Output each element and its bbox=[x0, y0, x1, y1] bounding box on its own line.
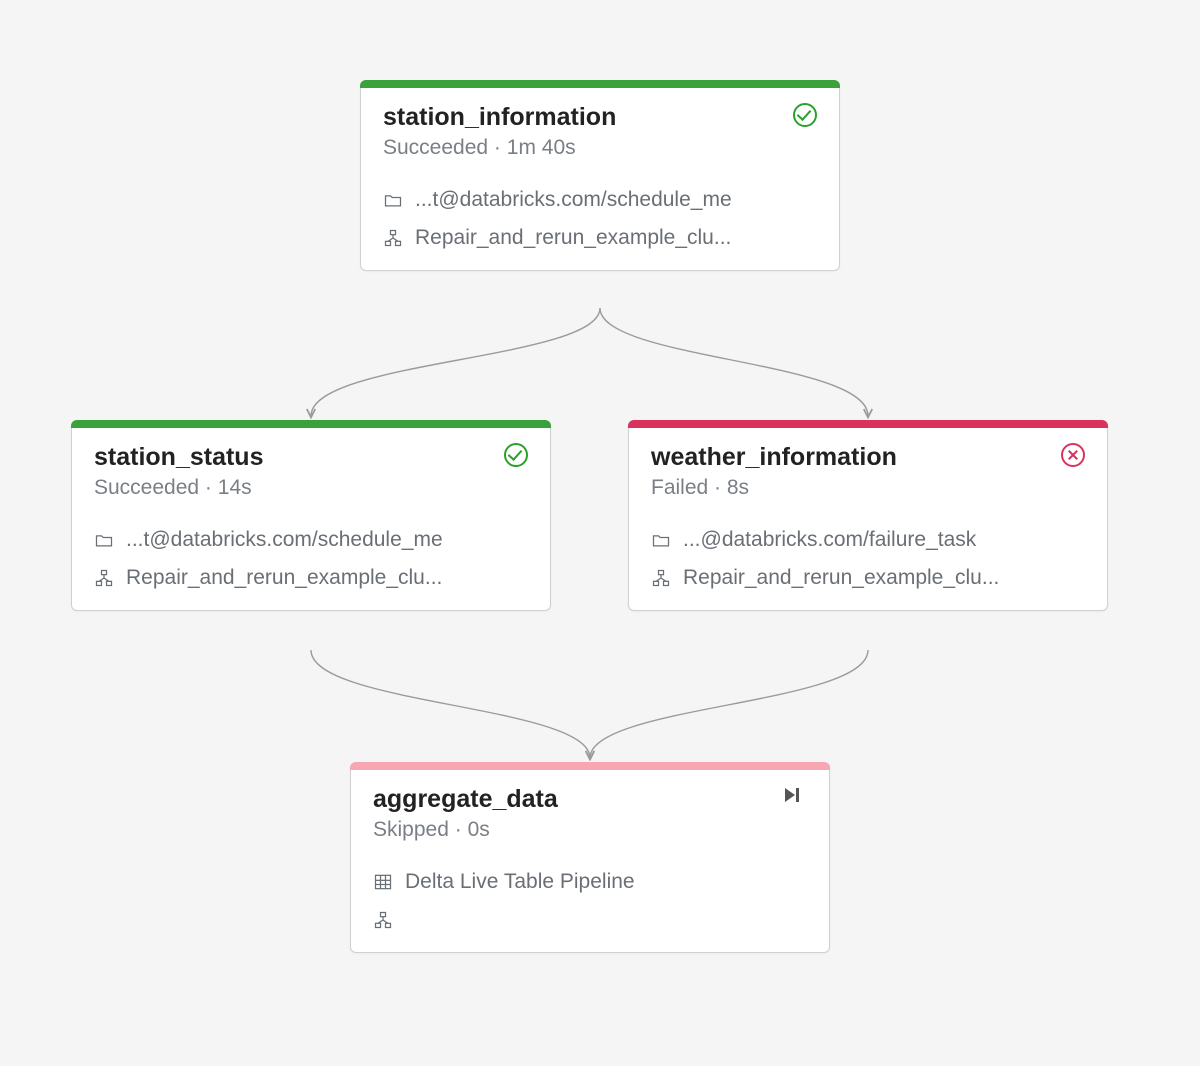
task-cluster-row: Repair_and_rerun_example_clu... bbox=[383, 226, 817, 250]
task-cluster-row: Repair_and_rerun_example_clu... bbox=[94, 566, 528, 590]
task-node-station-information[interactable]: station_information Succeeded · 1m 40s .… bbox=[360, 80, 840, 271]
task-cluster-row: Repair_and_rerun_example_clu... bbox=[651, 566, 1085, 590]
check-circle-icon bbox=[793, 103, 817, 127]
task-status-line: Succeeded · 1m 40s bbox=[383, 136, 616, 160]
task-node-weather-information[interactable]: weather_information Failed · 8s ...@data… bbox=[628, 420, 1108, 611]
task-cluster-row bbox=[373, 908, 807, 932]
task-title: station_status bbox=[94, 443, 263, 472]
task-status-line: Succeeded · 14s bbox=[94, 476, 263, 500]
status-bar bbox=[360, 80, 840, 88]
cluster-icon bbox=[651, 568, 671, 588]
cluster-icon bbox=[373, 910, 393, 930]
dag-canvas: station_information Succeeded · 1m 40s .… bbox=[0, 0, 1200, 1066]
folder-icon bbox=[94, 530, 114, 550]
task-node-aggregate-data[interactable]: aggregate_data Skipped · 0s Delta Live T… bbox=[350, 762, 830, 953]
cluster-icon bbox=[383, 228, 403, 248]
folder-icon bbox=[651, 530, 671, 550]
task-path-row: ...t@databricks.com/schedule_me bbox=[94, 528, 528, 552]
cluster-icon bbox=[94, 568, 114, 588]
check-circle-icon bbox=[504, 443, 528, 467]
task-status-line: Failed · 8s bbox=[651, 476, 897, 500]
task-pipeline-row: Delta Live Table Pipeline bbox=[373, 870, 807, 894]
task-title: weather_information bbox=[651, 443, 897, 472]
status-bar bbox=[350, 762, 830, 770]
status-bar bbox=[71, 420, 551, 428]
task-node-station-status[interactable]: station_status Succeeded · 14s ...t@data… bbox=[71, 420, 551, 611]
skip-icon bbox=[783, 785, 807, 809]
task-title: aggregate_data bbox=[373, 785, 558, 814]
status-bar bbox=[628, 420, 1108, 428]
task-path-row: ...t@databricks.com/schedule_me bbox=[383, 188, 817, 212]
task-path-row: ...@databricks.com/failure_task bbox=[651, 528, 1085, 552]
x-circle-icon bbox=[1061, 443, 1085, 467]
task-title: station_information bbox=[383, 103, 616, 132]
task-status-line: Skipped · 0s bbox=[373, 818, 558, 842]
table-icon bbox=[373, 872, 393, 892]
folder-icon bbox=[383, 190, 403, 210]
